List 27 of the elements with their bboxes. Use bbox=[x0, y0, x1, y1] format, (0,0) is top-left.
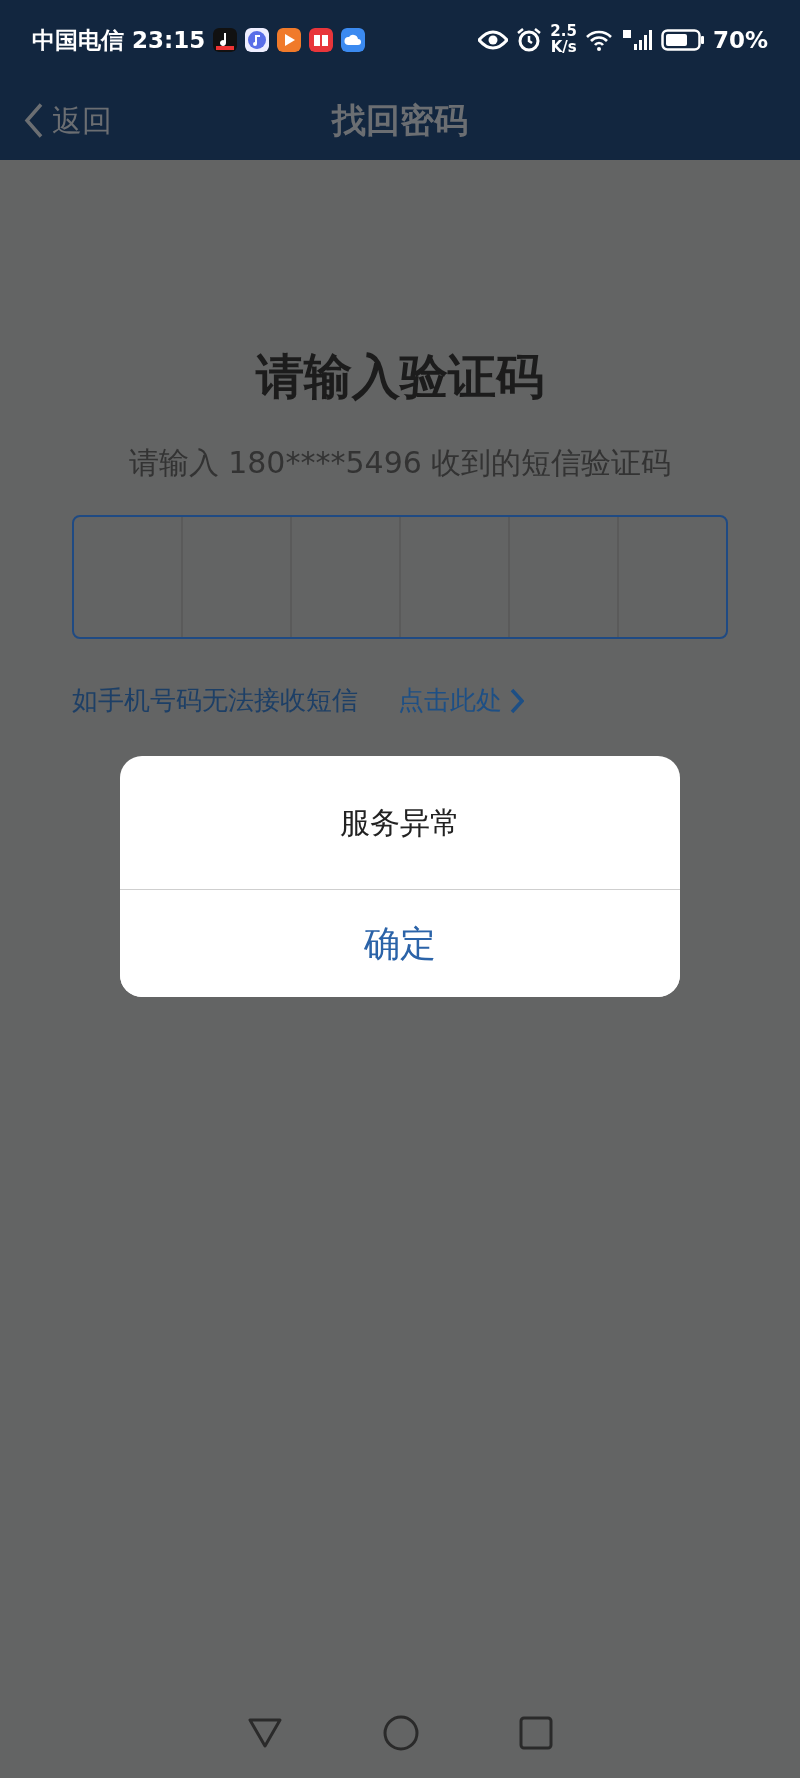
network-speed: 2.5 bbox=[550, 24, 577, 40]
back-triangle-icon[interactable] bbox=[247, 1717, 283, 1749]
page-title: 找回密码 bbox=[332, 98, 468, 142]
carrier-name: 中国电信 bbox=[32, 25, 124, 55]
back-chevron-icon bbox=[24, 102, 44, 138]
book-app-icon bbox=[309, 28, 334, 52]
heading: 请输入验证码 bbox=[256, 347, 544, 406]
back-button[interactable]: 返回 bbox=[24, 97, 112, 143]
play-app-icon bbox=[277, 28, 302, 52]
speed-unit: K/s bbox=[550, 40, 577, 56]
signal-icon bbox=[620, 28, 653, 52]
alarm-clock-icon bbox=[516, 27, 543, 53]
home-circle-icon[interactable] bbox=[383, 1715, 419, 1751]
music-app-icon bbox=[245, 28, 270, 52]
code-input-field[interactable] bbox=[72, 515, 728, 639]
cloud-app-icon bbox=[341, 28, 366, 52]
eye-icon bbox=[478, 30, 509, 50]
music-note-icon bbox=[213, 28, 238, 52]
clock-time: 23:15 bbox=[132, 25, 206, 55]
help-text: 如手机号码无法接收短信 bbox=[72, 684, 358, 717]
confirm-button[interactable]: 确定 bbox=[120, 889, 680, 997]
dialog-message: 服务异常 bbox=[340, 804, 460, 842]
chevron-right-icon bbox=[510, 687, 524, 714]
wifi-icon bbox=[584, 28, 613, 52]
battery-icon bbox=[660, 28, 705, 52]
battery-percent: 70% bbox=[712, 25, 768, 55]
recents-square-icon[interactable] bbox=[519, 1716, 553, 1750]
